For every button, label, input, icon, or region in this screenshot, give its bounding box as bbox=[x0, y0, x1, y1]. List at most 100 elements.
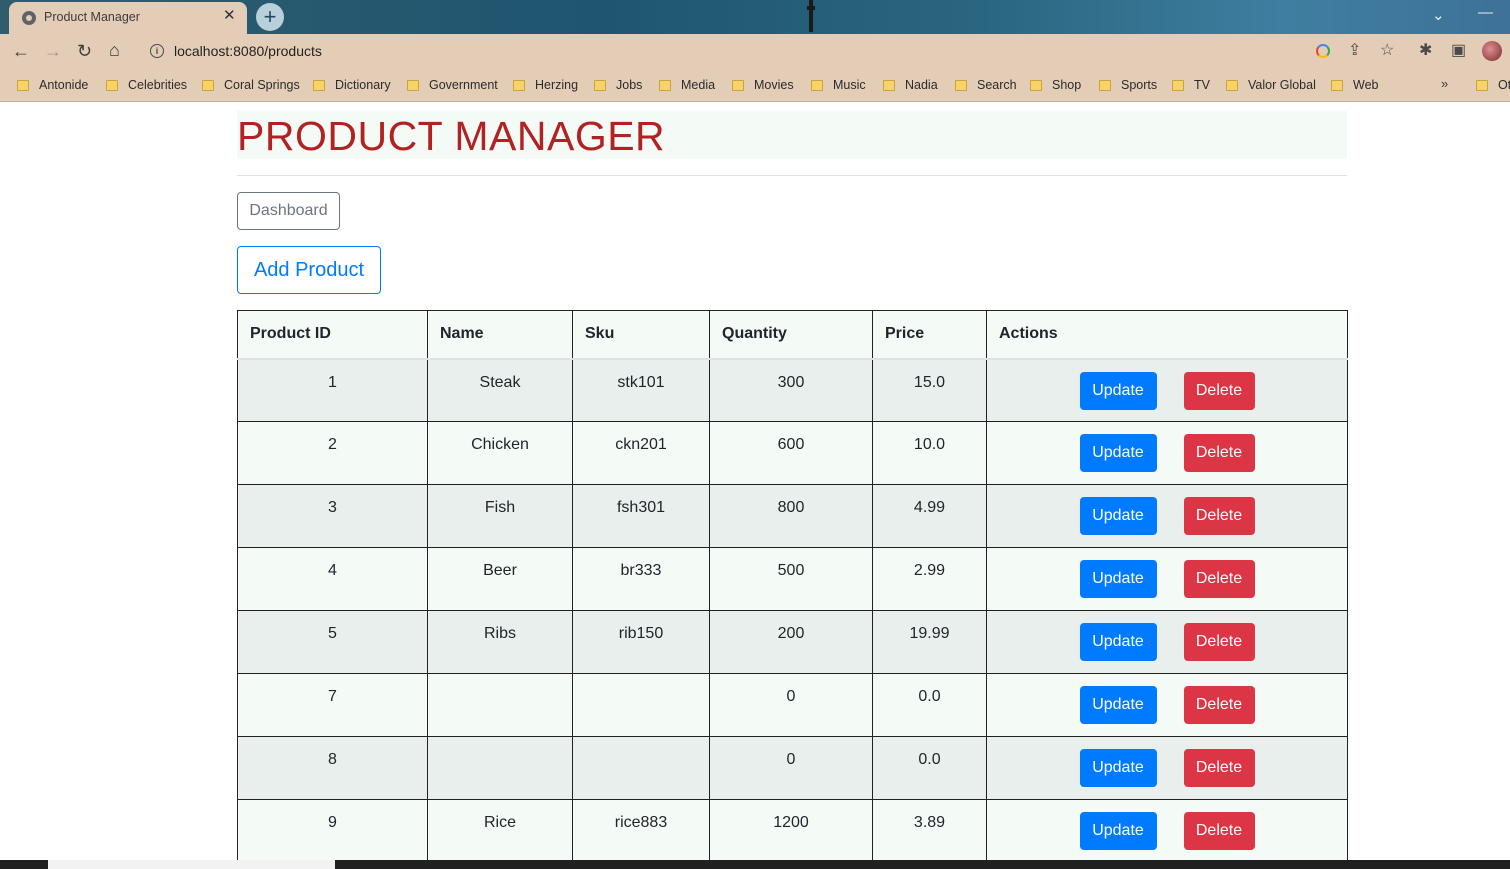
folder-icon bbox=[1172, 79, 1184, 91]
delete-button[interactable]: Delete bbox=[1183, 371, 1255, 410]
bookmark-jobs[interactable]: Jobs bbox=[594, 76, 642, 94]
table-row: 7 0 0.0 Update Delete bbox=[237, 673, 1348, 737]
page-title: PRODUCT MANAGER bbox=[237, 113, 666, 159]
delete-button[interactable]: Delete bbox=[1183, 497, 1255, 535]
table-row: 5 Ribs rib150 200 19.99 Update Delete bbox=[237, 610, 1348, 674]
bookmark-valor-global[interactable]: Valor Global bbox=[1226, 76, 1316, 94]
bookmark-celebrities[interactable]: Celebrities bbox=[106, 76, 187, 94]
table-row: 3 Fish fsh301 800 4.99 Update Delete bbox=[237, 484, 1348, 548]
column-header-quantity: Quantity bbox=[709, 310, 873, 360]
reload-icon[interactable]: ↻ bbox=[77, 41, 92, 61]
table-row: 4 Beer br333 500 2.99 Update Delete bbox=[237, 547, 1348, 611]
folder-icon bbox=[513, 79, 525, 91]
cell-id: 2 bbox=[237, 421, 428, 485]
update-button[interactable]: Update bbox=[1079, 434, 1157, 472]
bookmark-nadia[interactable]: Nadia bbox=[883, 76, 938, 94]
bookmark-music[interactable]: Music bbox=[811, 76, 866, 94]
bookmark-media[interactable]: Media bbox=[659, 76, 715, 94]
update-button[interactable]: Update bbox=[1079, 812, 1157, 850]
update-button[interactable]: Update bbox=[1079, 371, 1157, 410]
column-header-actions: Actions bbox=[986, 310, 1348, 360]
home-icon[interactable]: ⌂ bbox=[109, 40, 120, 60]
cell-name: Beer bbox=[427, 547, 573, 611]
cell-id: 8 bbox=[237, 736, 428, 800]
close-icon[interactable]: ✕ bbox=[223, 8, 236, 24]
delete-button[interactable]: Delete bbox=[1183, 434, 1255, 472]
cell-actions: Update Delete bbox=[986, 736, 1348, 800]
cell-price: 0.0 bbox=[872, 736, 987, 800]
bookmark-other[interactable]: Ot bbox=[1476, 76, 1510, 94]
delete-button[interactable]: Delete bbox=[1183, 623, 1255, 661]
bookmark-shop[interactable]: Shop bbox=[1030, 76, 1081, 94]
page-content: PRODUCT MANAGER Dashboard Add Product Pr… bbox=[0, 102, 1510, 860]
back-icon[interactable]: ← bbox=[12, 41, 30, 61]
update-button[interactable]: Update bbox=[1079, 686, 1157, 724]
update-button[interactable]: Update bbox=[1079, 623, 1157, 661]
folder-icon bbox=[659, 79, 671, 91]
bookmark-movies[interactable]: Movies bbox=[732, 76, 794, 94]
address-bar[interactable]: localhost:8080/products bbox=[174, 43, 322, 59]
divider bbox=[237, 175, 1347, 176]
cell-quantity: 200 bbox=[709, 610, 873, 674]
bookmarks-overflow-icon[interactable]: » bbox=[1441, 76, 1448, 91]
delete-button[interactable]: Delete bbox=[1183, 812, 1255, 850]
cell-id: 3 bbox=[237, 484, 428, 548]
cell-quantity: 0 bbox=[709, 673, 873, 737]
side-panel-icon[interactable]: ▣ bbox=[1451, 42, 1466, 60]
delete-button[interactable]: Delete bbox=[1183, 560, 1255, 598]
bookmark-coral-springs[interactable]: Coral Springs bbox=[202, 76, 300, 94]
cell-id: 4 bbox=[237, 547, 428, 611]
cell-actions: Update Delete bbox=[986, 484, 1348, 548]
cell-sku: stk101 bbox=[572, 358, 710, 422]
cell-quantity: 500 bbox=[709, 547, 873, 611]
bookmark-sports[interactable]: Sports bbox=[1099, 76, 1157, 94]
profile-avatar[interactable] bbox=[1482, 41, 1502, 61]
cell-name: Rice bbox=[427, 799, 573, 860]
delete-button[interactable]: Delete bbox=[1183, 749, 1255, 787]
cell-name: Chicken bbox=[427, 421, 573, 485]
cell-name bbox=[427, 736, 573, 800]
bookmark-antonide[interactable]: Antonide bbox=[17, 76, 88, 94]
share-icon[interactable]: ⇪ bbox=[1348, 42, 1361, 60]
bookmarks-bar: Antonide Celebrities Coral Springs Dicti… bbox=[0, 70, 1510, 102]
cell-sku bbox=[572, 673, 710, 737]
folder-icon bbox=[811, 79, 823, 91]
update-button[interactable]: Update bbox=[1079, 749, 1157, 787]
update-button[interactable]: Update bbox=[1079, 560, 1157, 598]
tab-strip: Product Manager ✕ + ⌄ — bbox=[0, 0, 1510, 34]
bookmark-government[interactable]: Government bbox=[407, 76, 498, 94]
bookmark-tv[interactable]: TV bbox=[1172, 76, 1210, 94]
bookmark-search[interactable]: Search bbox=[955, 76, 1017, 94]
folder-icon bbox=[106, 79, 118, 91]
bookmark-dictionary[interactable]: Dictionary bbox=[313, 76, 391, 94]
folder-icon bbox=[1226, 79, 1238, 91]
cell-quantity: 800 bbox=[709, 484, 873, 548]
column-header-product-id: Product ID bbox=[237, 310, 428, 360]
extensions-icon[interactable]: ✱ bbox=[1419, 42, 1432, 60]
cell-sku: rice883 bbox=[572, 799, 710, 860]
star-icon[interactable]: ☆ bbox=[1380, 42, 1394, 60]
bookmark-web[interactable]: Web bbox=[1331, 76, 1378, 94]
add-product-button[interactable]: Add Product bbox=[237, 246, 381, 294]
forward-icon[interactable]: → bbox=[44, 41, 62, 61]
delete-button[interactable]: Delete bbox=[1183, 686, 1255, 724]
browser-tab[interactable]: Product Manager ✕ bbox=[9, 2, 247, 34]
new-tab-button[interactable]: + bbox=[256, 3, 284, 31]
folder-icon bbox=[1099, 79, 1111, 91]
cell-price: 4.99 bbox=[872, 484, 987, 548]
info-icon[interactable]: i bbox=[150, 44, 164, 58]
cell-quantity: 600 bbox=[709, 421, 873, 485]
cell-sku: br333 bbox=[572, 547, 710, 611]
bookmark-herzing[interactable]: Herzing bbox=[513, 76, 578, 94]
google-icon[interactable] bbox=[1316, 44, 1330, 58]
folder-icon bbox=[202, 79, 214, 91]
minimize-icon[interactable]: — bbox=[1478, 4, 1493, 21]
taskbar-window[interactable] bbox=[48, 860, 335, 869]
cell-price: 19.99 bbox=[872, 610, 987, 674]
dashboard-button[interactable]: Dashboard bbox=[237, 192, 340, 230]
chevron-down-icon[interactable]: ⌄ bbox=[1432, 6, 1445, 24]
update-button[interactable]: Update bbox=[1079, 497, 1157, 535]
wallpaper-detail bbox=[807, 0, 815, 32]
table-row: 8 0 0.0 Update Delete bbox=[237, 736, 1348, 800]
cell-price: 10.0 bbox=[872, 421, 987, 485]
